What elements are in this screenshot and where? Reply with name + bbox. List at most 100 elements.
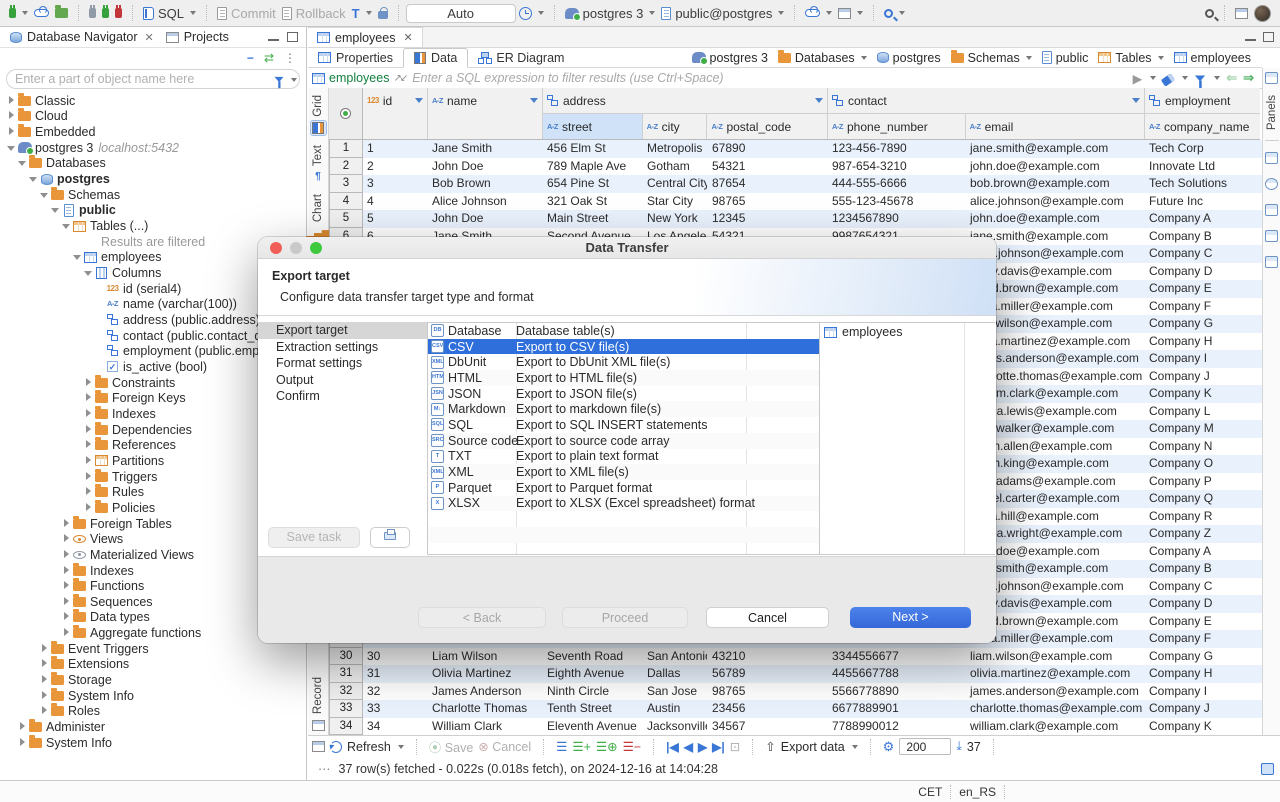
tab-er-diagram[interactable]: ER Diagram [468, 48, 574, 68]
column-header-name[interactable]: A-Zname [428, 88, 543, 139]
column-header-phone-number[interactable]: A-Zphone_number [828, 114, 966, 139]
row-number[interactable]: 34 [329, 718, 363, 736]
calc-panel-icon[interactable] [1265, 178, 1278, 190]
column-header-company-name[interactable]: A-Zcompany_name [1145, 114, 1260, 139]
cloud-explorer-button[interactable] [802, 9, 835, 17]
cell-company_name[interactable]: Company A [1145, 210, 1260, 228]
cell-company_name[interactable]: Future Inc [1145, 193, 1260, 211]
tree-expander-icon[interactable] [83, 378, 93, 388]
cell-phone_number[interactable]: 444-555-6666 [828, 175, 966, 193]
tree-expander-icon[interactable] [39, 706, 49, 716]
record-mode-tab[interactable] [310, 717, 327, 733]
save-task-button[interactable]: Save task [268, 527, 360, 548]
cell-name[interactable]: Bob Brown [428, 175, 543, 193]
tree-item-cloud[interactable]: Cloud [0, 109, 306, 125]
column-group-address[interactable]: address A-Zstreet A-Zcity A-Zpostal_code [543, 88, 828, 139]
cell-phone_number[interactable]: 6677889901 [828, 700, 966, 718]
sql-editor-button[interactable]: SQL [140, 6, 199, 21]
cell-name[interactable]: James Anderson [428, 683, 543, 701]
expand-filter-icon[interactable]: ↗↙ [393, 73, 406, 84]
tree-item-administer[interactable]: Administer [0, 719, 306, 735]
cell-postal_code[interactable]: 56789 [708, 665, 828, 683]
perspective-button[interactable] [1232, 8, 1251, 19]
breadcrumb-item-employees[interactable]: employees [1171, 51, 1254, 65]
cell-phone_number[interactable]: 4455667788 [828, 665, 966, 683]
tab-employees-editor[interactable]: employees ✕ [308, 27, 423, 47]
grid-view-tab[interactable] [310, 120, 327, 136]
tree-expander-icon[interactable] [61, 221, 71, 231]
proceed-button[interactable]: Proceed [562, 607, 688, 628]
cell-postal_code[interactable]: 67890 [708, 140, 828, 158]
cell-company_name[interactable]: Company D [1145, 595, 1260, 613]
cell-company_name[interactable]: Company H [1145, 333, 1260, 351]
column-header-street[interactable]: A-Zstreet [543, 114, 643, 139]
cancel-row-button[interactable]: ⊗ Cancel [478, 739, 531, 754]
table-row[interactable]: 3030Liam WilsonSeventh RoadSan Antonio43… [329, 648, 1262, 666]
tree-expander-icon[interactable] [39, 659, 49, 669]
tree-expander-icon[interactable] [72, 252, 82, 262]
sql-filter-input[interactable]: Enter a SQL expression to filter results… [412, 71, 723, 85]
tree-expander-icon[interactable] [83, 456, 93, 466]
cell-company_name[interactable]: Company P [1145, 473, 1260, 491]
tree-expander-icon[interactable] [17, 738, 27, 748]
cell-company_name[interactable]: Company M [1145, 420, 1260, 438]
cell-name[interactable]: William Clark [428, 718, 543, 736]
cell-company_name[interactable]: Company I [1145, 683, 1260, 701]
table-row[interactable]: 3232James AndersonNinth CircleSan Jose98… [329, 683, 1262, 701]
row-number[interactable]: 32 [329, 683, 363, 701]
cell-company_name[interactable]: Company E [1145, 280, 1260, 298]
transaction-mode-button[interactable]: T [349, 6, 375, 21]
cell-company_name[interactable]: Company J [1145, 700, 1260, 718]
tree-expander-icon[interactable] [83, 503, 93, 513]
cell-phone_number[interactable]: 123-456-7890 [828, 140, 966, 158]
cell-city[interactable]: San Antonio [643, 648, 708, 666]
tree-item-public[interactable]: public [0, 203, 306, 219]
tree-expander-icon[interactable] [6, 127, 16, 137]
tab-properties[interactable]: Properties [308, 48, 403, 68]
refresh-label[interactable]: Refresh [347, 740, 391, 754]
navigator-filter-input[interactable]: Enter a part of object name here [6, 69, 300, 89]
cell-company_name[interactable]: Company E [1145, 613, 1260, 631]
row-number[interactable]: 30 [329, 648, 363, 666]
row-number[interactable]: 3 [329, 175, 363, 193]
transaction-log-button[interactable] [516, 7, 547, 20]
cell-email[interactable]: james.anderson@example.com [966, 683, 1145, 701]
cell-street[interactable]: 321 Oak St [543, 193, 643, 211]
cell-street[interactable]: 654 Pine St [543, 175, 643, 193]
cell-company_name[interactable]: Company L [1145, 403, 1260, 421]
edit-row-icon[interactable]: ☰ [556, 739, 567, 754]
refresh-icon[interactable] [330, 741, 342, 753]
filter-history-back-icon[interactable]: ⇐ [1226, 70, 1237, 86]
table-row[interactable]: 44Alice Johnson321 Oak StStar City987655… [329, 193, 1262, 211]
cell-name[interactable]: John Doe [428, 210, 543, 228]
cell-id[interactable]: 2 [363, 158, 428, 176]
reconnect-button[interactable] [99, 8, 112, 18]
wizard-step-confirm[interactable]: Confirm [258, 388, 427, 405]
cell-company_name[interactable]: Company Z [1145, 525, 1260, 543]
wizard-step-format-settings[interactable]: Format settings [258, 355, 427, 372]
cell-company_name[interactable]: Company C [1145, 578, 1260, 596]
tree-expander-icon[interactable] [6, 143, 16, 153]
table-row[interactable]: 3434William ClarkEleventh AvenueJacksonv… [329, 718, 1262, 736]
close-tab-icon[interactable]: ✕ [144, 31, 153, 44]
lock-button[interactable] [375, 7, 391, 19]
tree-expander-icon[interactable] [61, 566, 71, 576]
cell-postal_code[interactable]: 98765 [708, 193, 828, 211]
table-row[interactable]: 3131Olivia MartinezEighth AvenueDallas56… [329, 665, 1262, 683]
cloud-connections-button[interactable] [31, 9, 52, 17]
cell-id[interactable]: 5 [363, 210, 428, 228]
tab-data[interactable]: Data [403, 48, 468, 68]
cell-street[interactable]: Eighth Avenue [543, 665, 643, 683]
cell-company_name[interactable]: Company Q [1145, 490, 1260, 508]
tree-expander-icon[interactable] [61, 534, 71, 544]
clear-filter-icon[interactable] [1161, 73, 1175, 86]
breadcrumb-item-tables[interactable]: Tables [1095, 51, 1166, 65]
open-connection-folder-button[interactable] [52, 8, 71, 18]
cell-phone_number[interactable]: 1234567890 [828, 210, 966, 228]
cell-email[interactable]: charlotte.thomas@example.com [966, 700, 1145, 718]
rollback-button[interactable]: Rollback [279, 6, 349, 21]
tree-expander-icon[interactable] [50, 205, 60, 215]
session-manager-button[interactable] [835, 8, 866, 19]
cell-phone_number[interactable]: 7788990012 [828, 718, 966, 736]
row-number[interactable]: 4 [329, 193, 363, 211]
